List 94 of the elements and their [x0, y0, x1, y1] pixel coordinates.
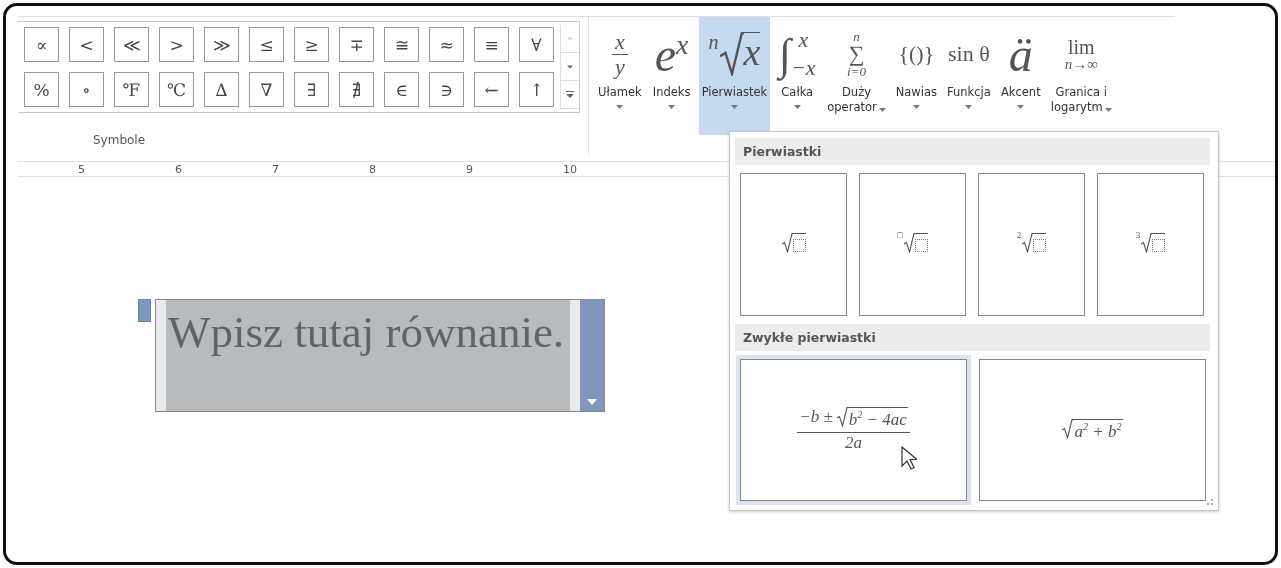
symbol-button[interactable]: ≫ — [204, 27, 239, 62]
symbol-button[interactable]: ≡ — [474, 27, 509, 62]
section-header: Zwykłe pierwiastki — [735, 324, 1210, 351]
upper-limit: x — [797, 29, 810, 51]
root-template-tile[interactable]: □ — [859, 173, 966, 316]
symbol-button[interactable]: ∋ — [429, 72, 464, 107]
caret-icon — [1017, 105, 1025, 109]
symbol-button[interactable]: ≈ — [429, 27, 464, 62]
ribbon-button[interactable]: ä Akcent — [997, 17, 1044, 135]
formula-tile[interactable]: a$^{2}$ + b$^{2}$ — [979, 359, 1206, 501]
radicand-text: a$^{2}$ + b$^{2}$ — [1073, 418, 1123, 442]
root-template-tile[interactable]: 2 — [978, 173, 1085, 316]
equation-options-button[interactable] — [580, 300, 604, 411]
ribbon-button[interactable]: n ∑ i=0 Duży operator — [824, 17, 889, 135]
symbol-button[interactable]: ↑ — [519, 72, 554, 107]
placeholder-box — [1033, 239, 1047, 252]
limit-subscript: n→∞ — [1064, 56, 1098, 72]
numerator-text: −b ± — [799, 407, 833, 429]
ruler-number: 10 — [563, 162, 578, 176]
group-label: Symbole — [93, 133, 146, 147]
symbol-button[interactable]: > — [159, 27, 194, 62]
symbol-button[interactable]: ∇ — [249, 72, 284, 107]
ruler-number: 6 — [175, 162, 183, 176]
radical-sign-icon — [1062, 418, 1074, 439]
ruler-number: 8 — [369, 162, 377, 176]
symbol-button[interactable]: ≥ — [294, 27, 329, 62]
symbol-button[interactable]: ℉ — [114, 72, 149, 107]
symbol-button[interactable]: ≅ — [384, 27, 419, 62]
section-header: Pierwiastki — [735, 138, 1210, 165]
denominator-text: 2a — [845, 432, 862, 453]
radical-sign-icon — [781, 233, 793, 253]
symbol-button[interactable]: ∃ — [294, 72, 329, 107]
radical-sign-icon — [1022, 233, 1034, 253]
radical-sign-icon — [1141, 233, 1153, 253]
symbol-button[interactable]: ≤ — [249, 27, 284, 62]
denominator-text: y — [614, 55, 625, 78]
glyph-text: ä — [1008, 26, 1033, 82]
root-index: 3 — [1135, 231, 1141, 240]
symbol-button[interactable]: ∀ — [519, 27, 554, 62]
caret-icon — [793, 105, 801, 109]
caret-icon — [878, 108, 886, 112]
ribbon-button[interactable]: sin θ Funkcja — [944, 17, 994, 135]
limit-text: lim — [1067, 36, 1095, 57]
radical-sign-icon — [903, 233, 915, 253]
symbol-button[interactable]: ∄ — [339, 72, 374, 107]
integral-sign: ∫ — [778, 28, 791, 80]
ribbon-button[interactable]: x y Ułamek — [595, 17, 645, 135]
ruler-number: 5 — [78, 162, 86, 176]
drag-handle[interactable] — [138, 299, 151, 322]
symbol-button[interactable]: ∝ — [24, 27, 59, 62]
symbol-button[interactable]: ∆ — [204, 72, 239, 107]
symbol-button[interactable]: ℃ — [159, 72, 194, 107]
caret-icon — [616, 105, 624, 109]
root-index: 2 — [1016, 231, 1022, 240]
caret-icon — [587, 399, 597, 405]
placeholder-box — [792, 239, 806, 252]
glyph-text: {()} — [898, 41, 935, 67]
placeholder-box — [914, 239, 928, 252]
symbol-button[interactable]: ∘ — [69, 72, 104, 107]
caret-icon — [730, 105, 738, 109]
mouse-cursor-icon — [901, 446, 917, 470]
caret-icon — [965, 105, 973, 109]
lower-limit: −x — [790, 57, 816, 79]
placeholder-box — [1152, 239, 1166, 252]
caret-icon — [912, 105, 920, 109]
root-template-tile[interactable]: 3 — [1097, 173, 1204, 316]
ruler-number: 9 — [466, 162, 474, 176]
radicand-text: b$^{2}$ − 4ac — [847, 407, 908, 430]
radical-sign-icon — [719, 32, 744, 76]
ribbon-button[interactable]: lim n→∞ Granica i logarytm — [1047, 17, 1115, 135]
root-index: □ — [897, 231, 903, 240]
resize-grip-icon[interactable] — [1206, 498, 1214, 506]
symbol-button[interactable]: < — [69, 27, 104, 62]
glyph-text: sin θ — [948, 41, 990, 67]
root-template-tile[interactable] — [740, 173, 847, 316]
numerator-text: x — [614, 30, 625, 53]
radical-sign-icon — [836, 407, 848, 428]
symbol-button[interactable]: % — [24, 72, 59, 107]
ribbon-button[interactable]: n x Pierwiastek — [698, 17, 771, 135]
exponent-text: x — [676, 29, 689, 60]
base-text: e — [654, 26, 677, 82]
symbol-button[interactable]: ∈ — [384, 72, 419, 107]
upper-limit: n — [853, 30, 860, 43]
ruler-number: 7 — [272, 162, 280, 176]
sum-sign: ∑ — [848, 43, 865, 65]
symbol-button[interactable]: ∓ — [339, 27, 374, 62]
caret-icon — [668, 105, 676, 109]
symbol-button[interactable]: ≪ — [114, 27, 149, 62]
symbol-button[interactable]: ← — [474, 72, 509, 107]
lower-limit: i=0 — [847, 65, 866, 78]
caret-icon — [1104, 108, 1112, 112]
radicand-text: x — [743, 32, 761, 76]
ribbon-button[interactable]: {()} Nawias — [892, 17, 940, 135]
index-text: n — [708, 32, 719, 52]
